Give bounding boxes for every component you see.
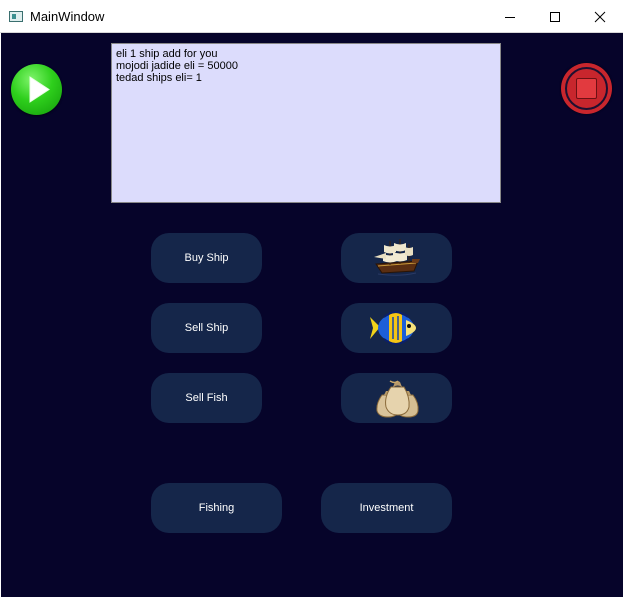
fishing-button[interactable]: Fishing (151, 483, 282, 533)
fish-image-button[interactable] (341, 303, 452, 353)
stop-icon (576, 78, 597, 99)
maximize-icon (550, 11, 560, 22)
ship-image-button[interactable] (341, 233, 452, 283)
sell-ship-button[interactable]: Sell Ship (151, 303, 262, 353)
close-button[interactable] (577, 0, 623, 33)
buy-ship-button[interactable]: Buy Ship (151, 233, 262, 283)
money-bags-icon (375, 380, 419, 418)
fish-icon (369, 311, 416, 345)
close-icon (594, 11, 606, 22)
main-window-body: eli 1 ship add for you mojodi jadide eli… (1, 33, 623, 597)
stop-button[interactable] (561, 63, 612, 114)
maximize-button[interactable] (532, 0, 578, 33)
minimize-icon (505, 16, 515, 18)
log-text-area[interactable]: eli 1 ship add for you mojodi jadide eli… (111, 43, 501, 203)
app-window-icon (9, 11, 23, 22)
minimize-button[interactable] (487, 0, 533, 33)
play-icon (29, 76, 50, 103)
play-button[interactable] (11, 64, 62, 115)
investment-button[interactable]: Investment (321, 483, 452, 533)
sell-fish-button[interactable]: Sell Fish (151, 373, 262, 423)
money-image-button[interactable] (341, 373, 452, 423)
title-bar: MainWindow (0, 0, 623, 33)
ship-icon (373, 239, 420, 276)
window-title: MainWindow (30, 9, 105, 24)
